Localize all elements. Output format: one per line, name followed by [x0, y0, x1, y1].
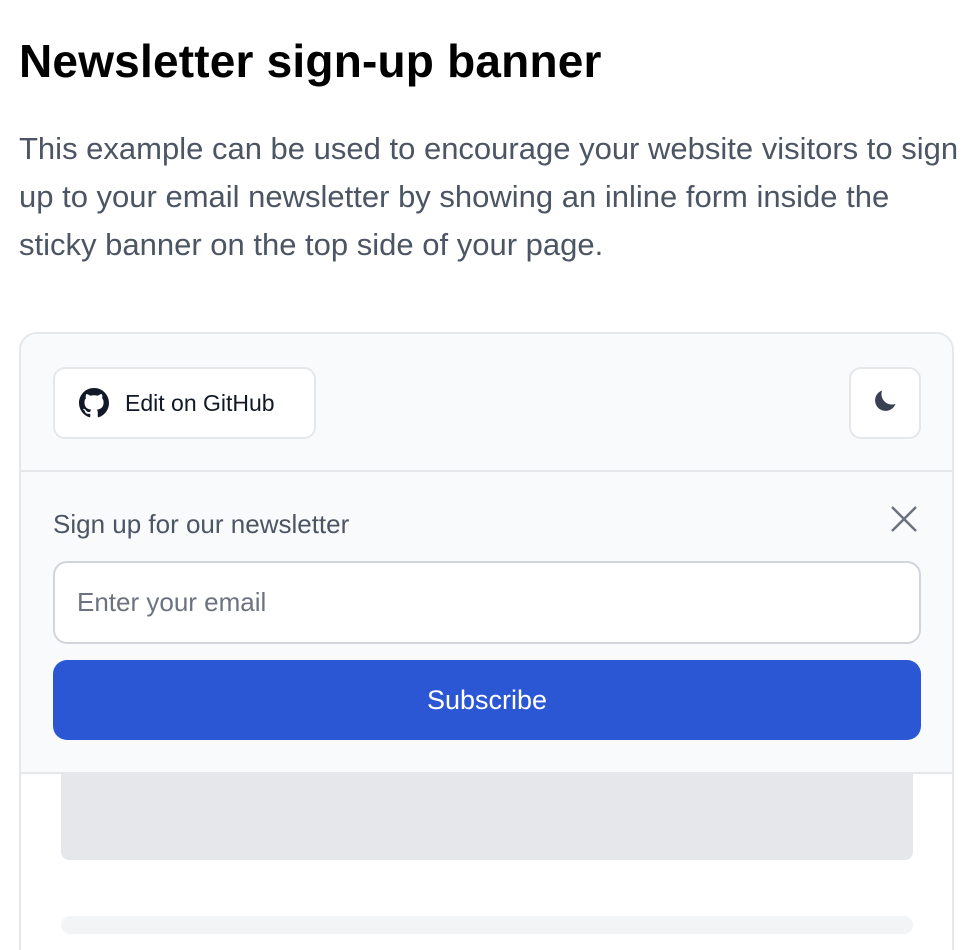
content-placeholder-block: [61, 774, 913, 860]
close-icon: [889, 504, 919, 539]
page-description: This example can be used to encourage yo…: [19, 131, 959, 262]
edit-on-github-label: Edit on GitHub: [125, 389, 275, 416]
subscribe-button[interactable]: Subscribe: [53, 660, 921, 740]
preview-frame: Edit on GitHub Sign up for our newslette…: [19, 332, 954, 950]
newsletter-label: Sign up for our newsletter: [53, 509, 350, 539]
edit-on-github-button[interactable]: Edit on GitHub: [53, 367, 316, 439]
close-banner-button[interactable]: [887, 504, 921, 538]
content-placeholder-line: [61, 916, 913, 934]
theme-toggle-button[interactable]: [849, 367, 921, 439]
preview-toolbar: Edit on GitHub: [21, 334, 952, 472]
newsletter-banner: Sign up for our newsletter Subscribe: [21, 472, 952, 774]
moon-icon: [871, 387, 899, 420]
github-icon: [79, 388, 109, 418]
page-title: Newsletter sign-up banner: [19, 35, 602, 87]
email-input[interactable]: [53, 561, 921, 644]
page: Newsletter sign-up banner This example c…: [0, 0, 980, 950]
